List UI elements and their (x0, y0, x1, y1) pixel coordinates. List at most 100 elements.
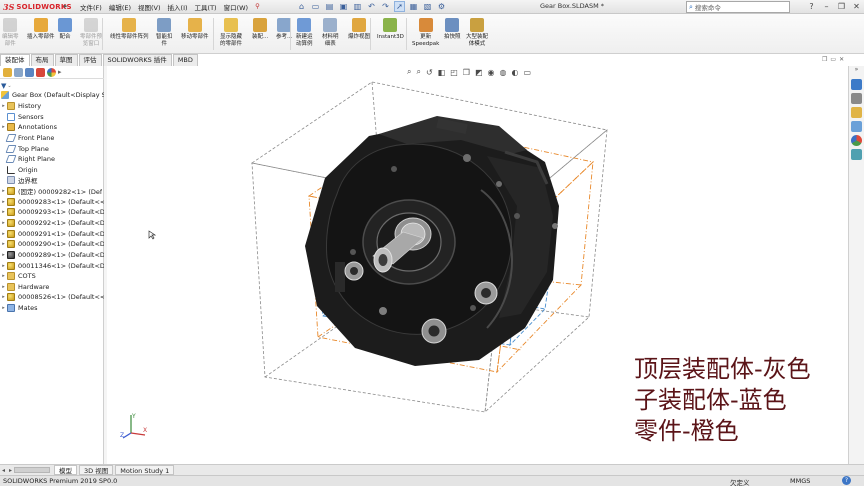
help-icon[interactable]: ? (806, 1, 817, 12)
solidworks-resources-icon[interactable] (851, 79, 862, 90)
tab-evaluate[interactable]: 评估 (78, 54, 102, 66)
expand-toggle-icon[interactable]: ▸ (0, 284, 7, 290)
tree-root-assembly[interactable]: Gear Box (Default<Display S (0, 90, 104, 101)
tree-node[interactable]: Origin (0, 164, 104, 175)
display-manager-icon[interactable] (47, 67, 56, 77)
tree-node[interactable]: ▸ Hardware (0, 282, 104, 293)
ribbon-button-5[interactable]: 智能扣件 (156, 18, 173, 48)
menu-insert[interactable]: 插入(I) (168, 2, 188, 12)
ribbon-button-10[interactable]: 新建运 动算例 (296, 18, 313, 48)
tree-node[interactable]: Top Plane (0, 143, 104, 154)
menu-view[interactable]: 视图(V) (138, 2, 161, 12)
tab-assembly[interactable]: 装配体 (0, 54, 30, 66)
taskpane-expand-icon[interactable]: » (849, 66, 864, 76)
tree-node[interactable]: ▸ Annotations (0, 122, 104, 133)
file-explorer-icon[interactable] (851, 107, 862, 118)
tree-node[interactable]: ▸ 00009292<1> (Default<D (0, 218, 104, 229)
ribbon-button-4[interactable]: 线性零部件阵列 (110, 18, 149, 41)
menu-file[interactable]: 文件(F) (80, 2, 102, 12)
feature-tree-icon[interactable] (3, 67, 12, 77)
file-properties-icon[interactable]: ▧ (422, 1, 433, 12)
ribbon-button-12[interactable]: 爆炸视图 (348, 18, 370, 41)
tab-motion-study[interactable]: Motion Study 1 (115, 465, 175, 475)
redo-icon[interactable]: ↷ (380, 1, 391, 12)
ribbon-button-0[interactable]: 编辑零 部件 (2, 18, 19, 48)
tree-node[interactable]: ▸ Mates (0, 303, 104, 314)
tab-addins[interactable]: SOLIDWORKS 插件 (102, 54, 172, 66)
ribbon-button-7[interactable]: 显示隐藏 的零部件 (220, 18, 242, 48)
viewport-maximize-icon[interactable]: ▭ (830, 56, 836, 63)
expand-toggle-icon[interactable]: ▸ (0, 124, 7, 130)
options-icon[interactable]: ⚙ (436, 1, 447, 12)
graphics-area[interactable]: ⌕ ⌕ ↺ ◧ ◰ ❒ ◩ ◉ ◍ ◐ ▭ Y X Z 顶层装配体-灰色 子装配… (107, 66, 848, 464)
expand-toggle-icon[interactable]: ▸ (0, 263, 7, 269)
tree-node[interactable]: Sensors (0, 111, 104, 122)
expand-toggle-icon[interactable]: ▸ (0, 199, 7, 205)
ribbon-button-6[interactable]: 移动零部件 (181, 18, 209, 41)
tree-node[interactable]: ▸ History (0, 101, 104, 112)
horizontal-scrollbar[interactable] (14, 467, 51, 473)
unit-system-selector[interactable]: MMGS (790, 477, 810, 485)
expand-toggle-icon[interactable]: ▸ (0, 103, 7, 109)
print-icon[interactable]: ▥ (352, 1, 363, 12)
tab-scroll-left-icon[interactable]: ◂ (2, 467, 5, 474)
ribbon-button-15[interactable]: 拍快照 (444, 18, 461, 41)
tab-scroll-right-icon[interactable]: ▸ (9, 467, 12, 474)
tree-node[interactable]: ▸ 00009293<1> (Default<D (0, 207, 104, 218)
expand-toggle-icon[interactable]: ▸ (0, 188, 7, 194)
property-manager-icon[interactable] (14, 67, 23, 77)
tree-node[interactable]: ▸ COTS (0, 271, 104, 282)
appearances-icon[interactable] (851, 135, 862, 146)
tree-node[interactable]: Right Plane (0, 154, 104, 165)
tree-node[interactable]: ▸ (固定) 00009282<1> (Def (0, 186, 104, 197)
design-library-icon[interactable] (851, 93, 862, 104)
open-file-icon[interactable]: ▤ (324, 1, 335, 12)
expand-toggle-icon[interactable]: ▸ (0, 209, 7, 215)
tab-mbd[interactable]: MBD (172, 54, 198, 66)
ribbon-button-16[interactable]: 大型装配 体模式 (466, 18, 488, 48)
expand-toggle-icon[interactable]: ▸ (0, 273, 7, 279)
more-tabs-icon[interactable]: ▸ (58, 68, 67, 77)
tree-node[interactable]: ▸ 00009289<1> (Default<D (0, 250, 104, 261)
tree-node[interactable]: ▸ 00009290<1> (Default<D (0, 239, 104, 250)
ribbon-button-11[interactable]: 材料明 细表 (322, 18, 339, 48)
menu-window[interactable]: 窗口(W) (224, 2, 249, 12)
view-palette-icon[interactable] (851, 121, 862, 132)
save-icon[interactable]: ▣ (338, 1, 349, 12)
ribbon-button-1[interactable]: 插入零部件 (27, 18, 55, 41)
rebuild-icon[interactable]: ▦ (408, 1, 419, 12)
dimxpert-icon[interactable] (36, 67, 45, 77)
ribbon-button-8[interactable]: 装配... (252, 18, 268, 41)
viewport-close-icon[interactable]: ✕ (839, 56, 844, 63)
expand-toggle-icon[interactable]: ▸ (0, 294, 7, 300)
menu-tools[interactable]: 工具(T) (195, 2, 217, 12)
expand-toggle-icon[interactable]: ▸ (0, 231, 7, 237)
ribbon-button-3[interactable]: 零部件预 览窗口 (80, 18, 102, 48)
help-icon[interactable]: ? (842, 476, 851, 485)
tree-node[interactable]: 边界框 (0, 175, 104, 186)
tree-node[interactable]: ▸ 00009291<1> (Default<D (0, 228, 104, 239)
ribbon-button-14[interactable]: 更新 Speedpak (412, 18, 439, 48)
undo-icon[interactable]: ↶ (366, 1, 377, 12)
tree-node[interactable]: Front Plane (0, 133, 104, 144)
configuration-icon[interactable] (25, 67, 34, 77)
tab-layout[interactable]: 布局 (30, 54, 54, 66)
new-file-icon[interactable]: ▭ (310, 1, 321, 12)
tab-sketch[interactable]: 草图 (54, 54, 78, 66)
tab-model[interactable]: 模型 (54, 465, 78, 475)
tree-node[interactable]: ▸ 00009283<1> (Default<< (0, 196, 104, 207)
menu-pin-icon[interactable]: ▸ (64, 2, 68, 10)
expand-toggle-icon[interactable]: ▸ (0, 252, 7, 258)
ribbon-button-2[interactable]: 配合 (58, 18, 72, 41)
tree-node[interactable]: ▸ 00008526<1> (Default<< (0, 292, 104, 303)
search-commands-input[interactable]: ⌕ 搜索命令 (686, 1, 790, 13)
restore-icon[interactable]: ❐ (836, 1, 847, 12)
ribbon-button-13[interactable]: Instant3D (377, 18, 404, 41)
expand-toggle-icon[interactable]: ▸ (0, 220, 7, 226)
tab-3d-views[interactable]: 3D 视图 (79, 465, 114, 475)
menu-edit[interactable]: 编辑(E) (109, 2, 131, 12)
close-icon[interactable]: ✕ (851, 1, 862, 12)
solidworks-logo[interactable]: 3S SOLIDWORKS (3, 1, 72, 13)
minimize-icon[interactable]: – (821, 1, 832, 12)
expand-toggle-icon[interactable]: ▸ (0, 305, 7, 311)
